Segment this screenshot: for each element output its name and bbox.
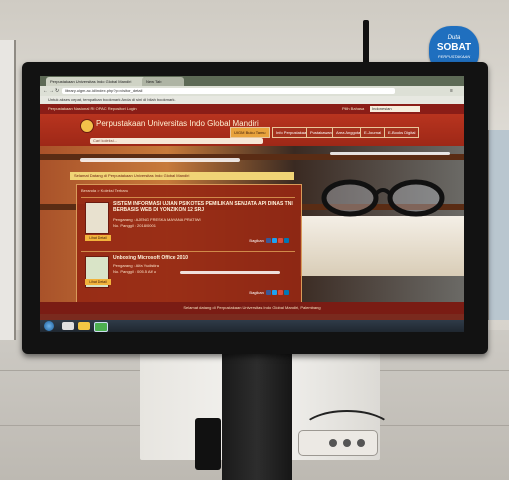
windows-taskbar [40, 320, 464, 332]
facebook-icon[interactable] [266, 290, 271, 296]
language-label: Pilih Bahasa [342, 106, 365, 111]
door-frame-left [0, 40, 16, 340]
menu-ejournal[interactable]: E-Journal [360, 127, 386, 138]
breadcrumb[interactable]: Beranda > Koleksi Terbaru [81, 188, 128, 193]
share-row: Bagikan [249, 290, 289, 296]
url-field[interactable]: library.uigm.ac.id/index.php?p=visitor_d… [62, 88, 395, 94]
glasses-image [321, 179, 445, 217]
monitor-stand [222, 345, 292, 480]
kiosk-screen: Perpustakaan Universitas Indo Global Man… [40, 76, 464, 332]
item-title[interactable]: SISTEM INFORMASI UJIAN PSIKOTES PEMILIKA… [113, 201, 293, 213]
browser-tab-strip: Perpustakaan Universitas Indo Global Man… [40, 76, 464, 86]
item-call-number: No. Panggil : 005.5 Alf u [113, 269, 156, 274]
screen-reflection [180, 271, 280, 274]
topbar-links[interactable]: Perpustakaan Nasional RI OPAC Repositori… [48, 106, 137, 111]
googleplus-icon[interactable] [278, 290, 283, 296]
item-title[interactable]: Unboxing Microsoft Office 2010 [113, 255, 293, 261]
book-cover[interactable] [85, 202, 109, 234]
window-right [487, 130, 509, 320]
chrome-icon[interactable] [94, 322, 108, 332]
wifi-antenna [363, 20, 369, 66]
power-cable [300, 410, 394, 454]
screen-reflection [80, 158, 240, 162]
explorer-icon[interactable] [78, 322, 90, 330]
forward-icon[interactable]: → [49, 88, 54, 94]
tab-new[interactable]: New Tab [142, 77, 184, 86]
search-input[interactable]: Cari koleksi... [90, 138, 263, 144]
badge-line2: SOBAT [436, 42, 472, 53]
detail-button[interactable]: Lihat Detail [85, 279, 111, 285]
collection-panel: Beranda > Koleksi Terbaru SISTEM INFORMA… [76, 184, 302, 304]
linkedin-icon[interactable] [284, 238, 289, 244]
linkedin-icon[interactable] [284, 290, 289, 296]
item-author: Pengarang : Alfa Yudistira [113, 263, 159, 268]
tab-library[interactable]: Perpustakaan Universitas Indo Global Man… [46, 77, 146, 86]
item-author: Pengarang : AJENG FRESKA MAYANA PRATIWI [113, 217, 201, 222]
site-header: Perpustakaan Universitas Indo Global Man… [40, 114, 464, 146]
open-book-image [300, 216, 464, 276]
twitter-icon[interactable] [272, 290, 277, 296]
list-item[interactable]: Unboxing Microsoft Office 2010 Pengarang… [81, 251, 295, 302]
badge-line1: Duta [447, 35, 461, 41]
menu-icon[interactable]: ≡ [450, 88, 453, 94]
site-topbar: Perpustakaan Nasional RI OPAC Repositori… [40, 104, 464, 114]
language-select[interactable]: Indonesian [370, 106, 420, 112]
welcome-banner: Selamat Datang di Perpustakaan Universit… [70, 172, 294, 180]
facebook-icon[interactable] [266, 238, 271, 244]
start-icon[interactable] [44, 321, 54, 331]
bookmarks-bar: Untuk akses cepat, tempatkan bookmark An… [40, 96, 464, 104]
item-call-number: No. Panggil : 2018/0001 [113, 223, 156, 228]
list-item[interactable]: SISTEM INFORMASI UJIAN PSIKOTES PEMILIKA… [81, 197, 295, 250]
screen-reflection [330, 152, 450, 155]
reload-icon[interactable]: ↻ [55, 88, 59, 94]
university-logo [80, 119, 94, 133]
address-bar-row: ← → ↻ library.uigm.ac.id/index.php?p=vis… [40, 86, 464, 96]
site-footer: Selamat datang di Perpustakaan Universit… [40, 302, 464, 314]
detail-button[interactable]: Lihat Detail [85, 235, 111, 241]
share-row: Bagikan [249, 238, 289, 244]
power-adapter [195, 418, 221, 470]
badge-line3: PERPUSTAKAAN [437, 54, 471, 59]
ie-icon[interactable] [62, 322, 74, 330]
googleplus-icon[interactable] [278, 238, 283, 244]
twitter-icon[interactable] [272, 238, 277, 244]
back-icon[interactable]: ← [43, 88, 48, 94]
menu-ebooks[interactable]: E-Books Digital [384, 127, 420, 138]
menu-uigm[interactable]: UIGM Buku Tamu [230, 127, 270, 138]
